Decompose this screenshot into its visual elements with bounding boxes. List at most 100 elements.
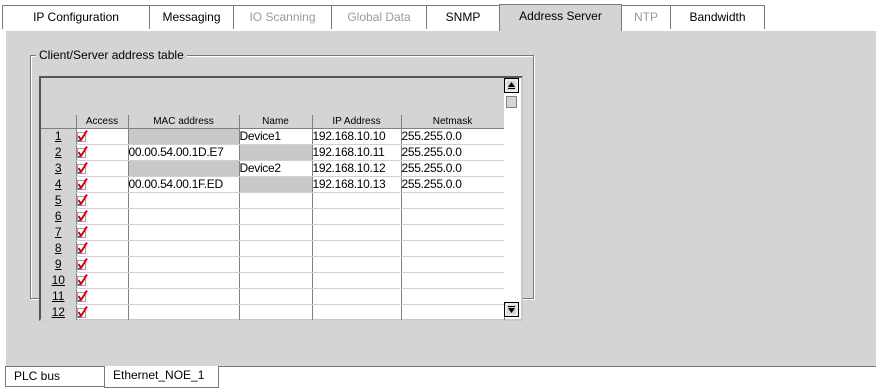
ip-cell[interactable]: 192.168.10.11: [312, 144, 402, 161]
netmask-cell[interactable]: [401, 256, 505, 273]
name-cell[interactable]: [239, 240, 313, 257]
netmask-cell[interactable]: [401, 272, 505, 289]
mac-cell[interactable]: [128, 128, 240, 145]
column-header-netmask[interactable]: Netmask: [401, 115, 505, 129]
tab-io-scanning[interactable]: IO Scanning: [233, 5, 332, 29]
tab-address-server[interactable]: Address Server: [499, 4, 622, 31]
access-cell[interactable]: [76, 256, 129, 273]
tab-global-data[interactable]: Global Data: [331, 5, 427, 29]
name-cell[interactable]: [239, 192, 313, 209]
tab-plc-bus[interactable]: PLC bus: [5, 367, 105, 387]
access-cell[interactable]: [76, 272, 129, 289]
access-check-icon[interactable]: [76, 225, 88, 238]
row-number[interactable]: 4: [41, 176, 77, 193]
access-check-icon[interactable]: [76, 193, 88, 206]
netmask-cell[interactable]: [401, 224, 505, 241]
access-cell[interactable]: [76, 208, 129, 225]
tab-ntp[interactable]: NTP: [621, 5, 671, 29]
ip-cell[interactable]: [312, 224, 402, 241]
mac-cell[interactable]: [128, 160, 240, 177]
access-cell[interactable]: [76, 128, 129, 145]
access-check-icon[interactable]: [76, 305, 88, 318]
row-number[interactable]: 10: [41, 272, 77, 289]
row-number[interactable]: 11: [41, 288, 77, 305]
mac-cell[interactable]: [128, 288, 240, 305]
mac-cell[interactable]: 00.00.54.00.1F.ED: [128, 176, 240, 193]
column-header-mac-address[interactable]: MAC address: [128, 115, 240, 129]
row-number[interactable]: 1: [41, 128, 77, 145]
row-number[interactable]: 5: [41, 192, 77, 209]
ip-cell[interactable]: [312, 256, 402, 273]
name-cell[interactable]: [239, 272, 313, 289]
name-cell[interactable]: Device1: [239, 128, 313, 145]
access-cell[interactable]: [76, 176, 129, 193]
column-header-access[interactable]: Access: [76, 115, 129, 129]
access-cell[interactable]: [76, 160, 129, 177]
tab-bandwidth[interactable]: Bandwidth: [670, 5, 765, 29]
mac-cell[interactable]: 00.00.54.00.1D.E7: [128, 144, 240, 161]
netmask-cell[interactable]: 255.255.0.0: [401, 176, 505, 193]
access-check-icon[interactable]: [76, 273, 88, 286]
mac-cell[interactable]: [128, 208, 240, 225]
netmask-cell[interactable]: [401, 304, 505, 321]
access-check-icon[interactable]: [76, 209, 88, 222]
ip-cell[interactable]: 192.168.10.10: [312, 128, 402, 145]
access-cell[interactable]: [76, 224, 129, 241]
netmask-cell[interactable]: 255.255.0.0: [401, 160, 505, 177]
access-cell[interactable]: [76, 288, 129, 305]
netmask-cell[interactable]: [401, 240, 505, 257]
column-header-ip-address[interactable]: IP Address: [312, 115, 402, 129]
row-number[interactable]: 12: [41, 304, 77, 321]
scroll-up-icon[interactable]: [504, 78, 519, 93]
netmask-cell[interactable]: [401, 208, 505, 225]
access-check-icon[interactable]: [76, 177, 88, 190]
name-cell[interactable]: [239, 144, 313, 161]
access-check-icon[interactable]: [76, 257, 88, 270]
ip-cell[interactable]: [312, 272, 402, 289]
row-number[interactable]: 9: [41, 256, 77, 273]
ip-cell[interactable]: 192.168.10.12: [312, 160, 402, 177]
name-cell[interactable]: [239, 304, 313, 321]
ip-cell[interactable]: [312, 192, 402, 209]
name-cell[interactable]: [239, 176, 313, 193]
name-cell[interactable]: [239, 288, 313, 305]
ip-cell[interactable]: [312, 304, 402, 321]
row-number[interactable]: 3: [41, 160, 77, 177]
vertical-scrollbar[interactable]: [504, 78, 519, 317]
row-number[interactable]: 7: [41, 224, 77, 241]
row-number[interactable]: 2: [41, 144, 77, 161]
access-cell[interactable]: [76, 304, 129, 321]
mac-cell[interactable]: [128, 304, 240, 321]
tab-ip-configuration[interactable]: IP Configuration: [2, 5, 150, 29]
access-check-icon[interactable]: [76, 289, 88, 302]
mac-cell[interactable]: [128, 272, 240, 289]
access-cell[interactable]: [76, 144, 129, 161]
netmask-cell[interactable]: 255.255.0.0: [401, 144, 505, 161]
row-number[interactable]: 8: [41, 240, 77, 257]
ip-cell[interactable]: [312, 208, 402, 225]
tab-messaging[interactable]: Messaging: [149, 5, 234, 29]
mac-cell[interactable]: [128, 240, 240, 257]
scroll-down-icon[interactable]: [504, 302, 519, 317]
access-check-icon[interactable]: [76, 129, 88, 142]
mac-cell[interactable]: [128, 224, 240, 241]
access-cell[interactable]: [76, 240, 129, 257]
access-check-icon[interactable]: [76, 241, 88, 254]
name-cell[interactable]: [239, 224, 313, 241]
name-cell[interactable]: [239, 208, 313, 225]
tab-ethernet-noe-1[interactable]: Ethernet_NOE_1: [104, 366, 219, 388]
access-cell[interactable]: [76, 192, 129, 209]
ip-cell[interactable]: [312, 240, 402, 257]
tab-snmp[interactable]: SNMP: [426, 5, 500, 29]
access-check-icon[interactable]: [76, 161, 88, 174]
name-cell[interactable]: Device2: [239, 160, 313, 177]
netmask-cell[interactable]: 255.255.0.0: [401, 128, 505, 145]
netmask-cell[interactable]: [401, 192, 505, 209]
row-number[interactable]: 6: [41, 208, 77, 225]
ip-cell[interactable]: [312, 288, 402, 305]
access-check-icon[interactable]: [76, 145, 88, 158]
netmask-cell[interactable]: [401, 288, 505, 305]
column-header-name[interactable]: Name: [239, 115, 313, 129]
ip-cell[interactable]: 192.168.10.13: [312, 176, 402, 193]
mac-cell[interactable]: [128, 256, 240, 273]
